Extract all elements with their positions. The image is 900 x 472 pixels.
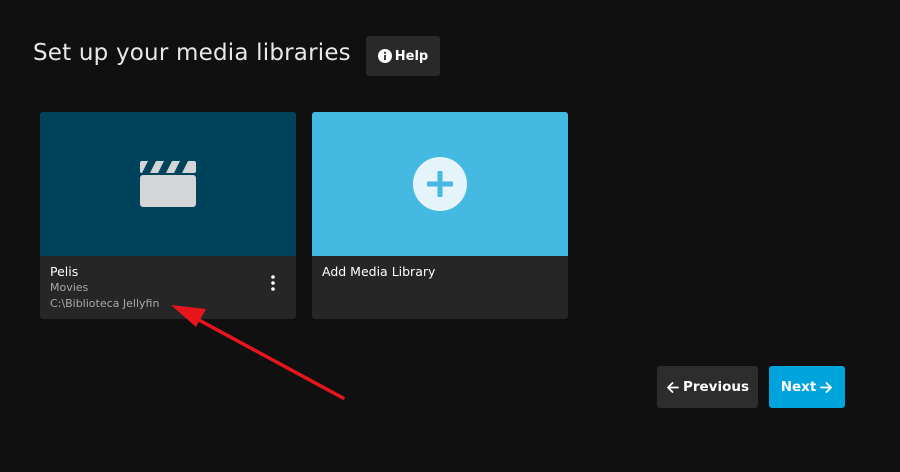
- library-card-image[interactable]: [40, 112, 296, 256]
- more-options-button[interactable]: [268, 274, 278, 292]
- previous-button[interactable]: Previous: [657, 366, 758, 408]
- setup-wizard-page: Set up your media libraries Help Pelis M…: [0, 0, 900, 472]
- add-library-card-footer: Add Media Library: [312, 256, 568, 319]
- previous-label: Previous: [682, 379, 750, 395]
- arrow-right-icon: [820, 381, 833, 393]
- library-name: Pelis: [50, 264, 79, 279]
- help-button[interactable]: Help: [366, 36, 440, 76]
- plus-circle-icon: [413, 157, 467, 211]
- library-type: Movies: [50, 281, 89, 294]
- page-title: Set up your media libraries: [33, 40, 351, 66]
- info-icon: [377, 49, 392, 63]
- library-card-footer: Pelis Movies C:\Biblioteca Jellyfin: [40, 256, 296, 319]
- arrow-left-icon: [667, 381, 679, 393]
- next-label: Next: [780, 379, 817, 395]
- add-media-library-card[interactable]: Add Media Library: [312, 112, 568, 319]
- next-button[interactable]: Next: [769, 366, 845, 408]
- help-label: Help: [394, 48, 429, 64]
- add-library-card-image[interactable]: [312, 112, 568, 256]
- more-vertical-icon: [271, 275, 275, 291]
- clapperboard-icon: [140, 161, 196, 207]
- library-path: C:\Biblioteca Jellyfin: [50, 297, 160, 310]
- library-card-pelis[interactable]: Pelis Movies C:\Biblioteca Jellyfin: [40, 112, 296, 319]
- add-library-label: Add Media Library: [322, 264, 436, 279]
